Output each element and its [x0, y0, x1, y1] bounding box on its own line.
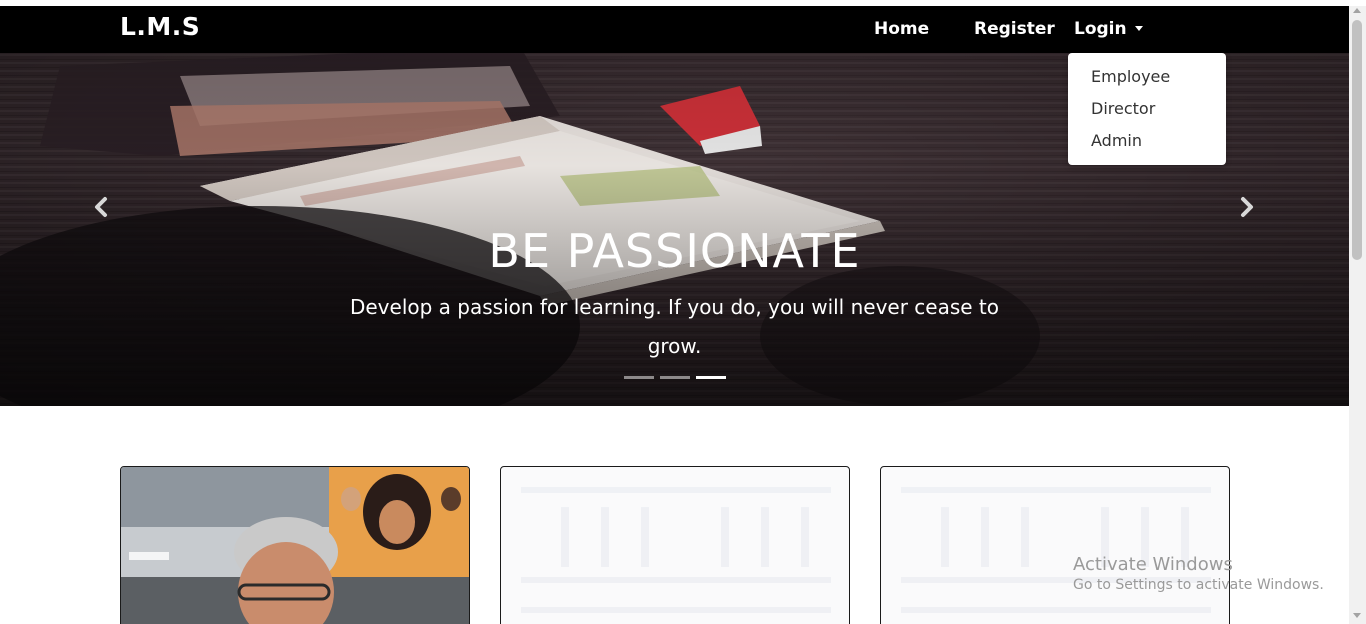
dropdown-item-admin[interactable]: Admin	[1091, 131, 1142, 150]
card-director[interactable]	[120, 466, 470, 624]
scrollbar-thumb[interactable]	[1352, 20, 1362, 260]
card-blank-2[interactable]	[880, 466, 1230, 624]
hero-carousel: L.M.S Home Register Login Employee Direc…	[0, 6, 1349, 406]
director-photo	[121, 467, 469, 624]
carousel-indicator-2[interactable]	[660, 376, 690, 379]
scroll-down-arrow-icon[interactable]	[1353, 613, 1361, 618]
caret-down-icon	[1134, 26, 1143, 31]
carousel-next-button[interactable]	[1232, 192, 1262, 222]
card-placeholder-pattern	[521, 487, 831, 613]
brand-logo[interactable]: L.M.S	[120, 12, 200, 41]
nav-home-link[interactable]: Home	[874, 19, 929, 39]
chevron-left-icon	[95, 197, 107, 217]
card-blank-1[interactable]	[500, 466, 850, 624]
watermark-subtitle: Go to Settings to activate Windows.	[1073, 577, 1324, 593]
nav-login-label: Login	[1074, 19, 1127, 39]
dropdown-item-employee[interactable]: Employee	[1091, 67, 1170, 86]
nav-register-link[interactable]: Register	[974, 19, 1055, 39]
dropdown-item-director[interactable]: Director	[1091, 99, 1155, 118]
carousel-caption-title: BE PASSIONATE	[488, 224, 861, 278]
chevron-right-icon	[1241, 197, 1253, 217]
navbar: L.M.S Home Register Login	[0, 6, 1349, 53]
card-placeholder-pattern	[901, 487, 1211, 613]
watermark-title: Activate Windows	[1073, 554, 1233, 575]
carousel-indicator-3-active[interactable]	[696, 376, 726, 379]
nav-login-dropdown-toggle[interactable]: Login	[1074, 19, 1143, 39]
page-scrollbar[interactable]	[1349, 6, 1366, 624]
carousel-indicator-1[interactable]	[624, 376, 654, 379]
carousel-prev-button[interactable]	[86, 192, 116, 222]
carousel-caption-text: Develop a passion for learning. If you d…	[349, 295, 1000, 358]
page: L.M.S Home Register Login Employee Direc…	[0, 6, 1349, 624]
windows-activation-watermark: Activate Windows Go to Settings to activ…	[1073, 554, 1324, 593]
scroll-up-arrow-icon[interactable]	[1353, 8, 1361, 13]
login-dropdown-menu: Employee Director Admin	[1068, 53, 1226, 165]
